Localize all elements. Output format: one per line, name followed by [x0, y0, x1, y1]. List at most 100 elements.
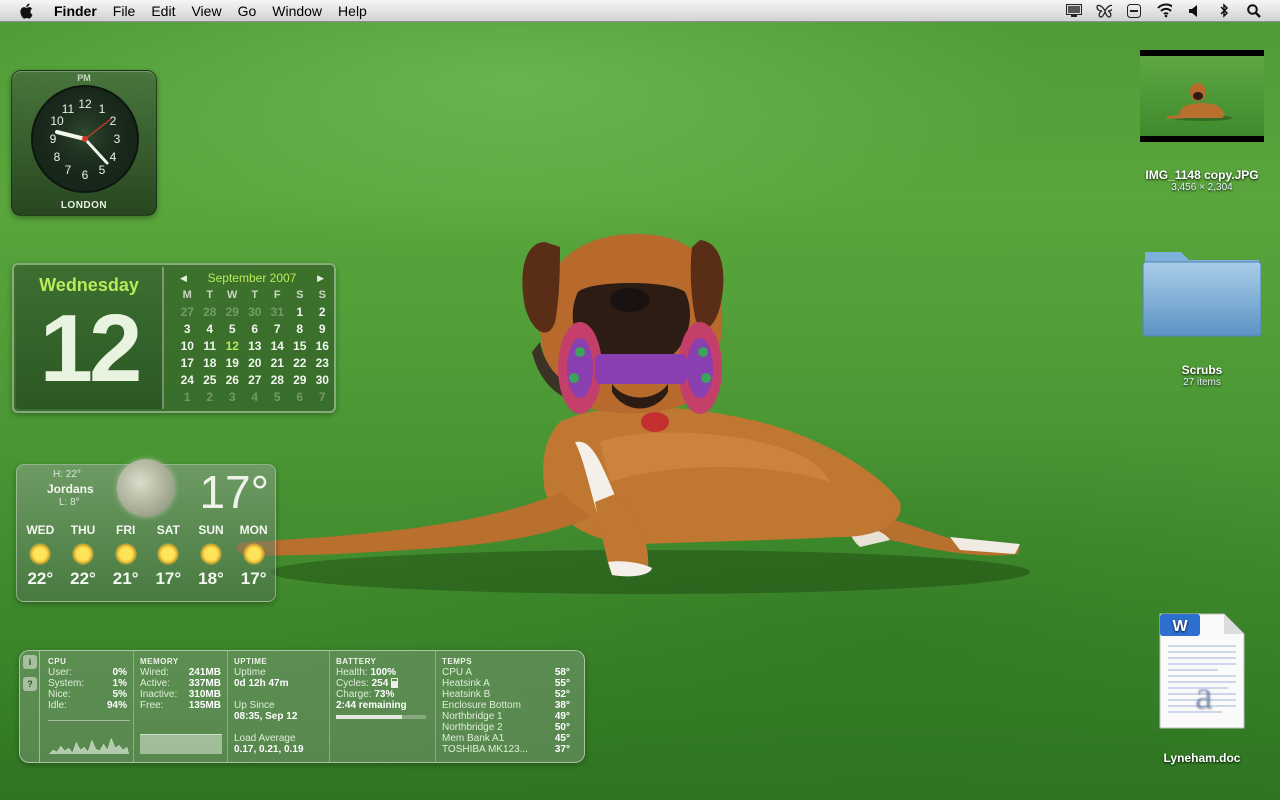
istat-widget[interactable]: i ? CPU User: 0% System: 1% Nice: 5% Idle: 94% …: [19, 650, 585, 763]
calendar-day-cell[interactable]: 28: [266, 372, 289, 389]
calendar-day-cell[interactable]: 23: [311, 355, 334, 372]
calendar-day-cell[interactable]: 14: [266, 338, 289, 355]
calendar-day-cell[interactable]: 7: [311, 389, 334, 406]
istat-temps-title: TEMPS: [442, 657, 473, 666]
calendar-day-cell[interactable]: 17: [176, 355, 199, 372]
menu-bar: Finder File Edit View Go Window Help: [0, 0, 1280, 22]
bluetooth-icon[interactable]: [1216, 3, 1232, 19]
calendar-day-cell[interactable]: 6: [289, 389, 312, 406]
menu-help[interactable]: Help: [330, 0, 375, 22]
istat-info-icon[interactable]: i: [23, 655, 37, 669]
temp-label: Northbridge 1: [442, 711, 503, 722]
calendar-day-cell[interactable]: 29: [221, 304, 244, 321]
temp-value: 55°: [554, 678, 570, 689]
calendar-day-cell[interactable]: 27: [176, 304, 199, 321]
calendar-widget[interactable]: Wednesday 12 ◀ September 2007 ▶ MTWTFSS2…: [12, 263, 336, 413]
temp-label: TOSHIBA MK123...: [442, 744, 528, 755]
calendar-day-cell[interactable]: 5: [266, 389, 289, 406]
cpu-value: 1%: [112, 678, 127, 689]
display-icon[interactable]: [1066, 3, 1082, 19]
menu-go[interactable]: Go: [230, 0, 265, 22]
calendar-next-month-icon[interactable]: ▶: [317, 273, 324, 284]
calendar-day-cell[interactable]: 1: [289, 304, 312, 321]
istat-battery-panel: BATTERY Health: 100% Cycles: 254 Charge:…: [330, 651, 436, 762]
calendar-day-cell[interactable]: 4: [199, 321, 222, 338]
calendar-day-cell[interactable]: 15: [289, 338, 312, 355]
memory-usage-bar: [140, 734, 222, 754]
menu-app-finder[interactable]: Finder: [48, 0, 105, 22]
memory-value: 337MB: [188, 678, 221, 689]
desktop-folder-scrubs[interactable]: Scrubs 27 items: [1138, 244, 1266, 388]
calendar-day-cell[interactable]: 3: [221, 389, 244, 406]
clock-face: 12 1 2 3 4 5 6 7 8 9 10 11: [31, 85, 139, 193]
calendar-day-cell[interactable]: 30: [311, 372, 334, 389]
calendar-day-cell[interactable]: 3: [176, 321, 199, 338]
istat-help-icon[interactable]: ?: [23, 677, 37, 691]
calendar-day-cell[interactable]: 1: [176, 389, 199, 406]
menu-file[interactable]: File: [105, 0, 144, 22]
apple-menu-icon[interactable]: [16, 0, 38, 22]
calendar-day-cell[interactable]: 11: [199, 338, 222, 355]
calendar-month-title: September 2007: [207, 271, 297, 285]
eject-icon[interactable]: [1126, 3, 1142, 19]
forecast-day-label: SUN: [198, 523, 224, 537]
weather-widget[interactable]: H: 22° Jordans L: 8° 17° WED 22° THU 22° FRI…: [16, 459, 276, 602]
uptime-value: 0d 12h 47m: [234, 678, 289, 689]
battery-remaining: 2:44 remaining: [336, 700, 407, 711]
temp-label: Northbridge 2: [442, 722, 503, 733]
temp-label: Enclosure Bottom: [442, 700, 521, 711]
calendar-day-cell[interactable]: 5: [221, 321, 244, 338]
clock-widget[interactable]: PM 12 1 2 3 4 5 6 7 8 9 10 11 LONDON: [11, 70, 157, 216]
load-average-value: 0.17, 0.21, 0.19: [234, 744, 304, 755]
calendar-day-cell[interactable]: 19: [221, 355, 244, 372]
calendar-day-cell[interactable]: 31: [266, 304, 289, 321]
calendar-weekday-header: S: [296, 289, 304, 301]
calendar-day-cell[interactable]: 4: [244, 389, 267, 406]
istat-memory-panel: MEMORY Wired: 241MB Active: 337MB Inactive: 3…: [134, 651, 228, 762]
calendar-day-cell[interactable]: 25: [199, 372, 222, 389]
sun-icon: [242, 543, 265, 565]
calendar-day-cell[interactable]: 2: [199, 389, 222, 406]
calendar-day-cell[interactable]: 24: [176, 372, 199, 389]
calendar-day-cell[interactable]: 8: [289, 321, 312, 338]
calendar-day-cell[interactable]: 26: [221, 372, 244, 389]
calendar-day-cell[interactable]: 9: [311, 321, 334, 338]
calendar-day-cell[interactable]: 10: [176, 338, 199, 355]
calendar-day-cell[interactable]: 13: [244, 338, 267, 355]
clock-numeral-1: 1: [99, 102, 106, 116]
forecast-day: SAT 17°: [147, 523, 190, 589]
wifi-icon[interactable]: [1156, 3, 1172, 19]
calendar-day-cell[interactable]: 16: [311, 338, 334, 355]
calendar-day-cell[interactable]: 7: [266, 321, 289, 338]
calendar-day-cell[interactable]: 28: [199, 304, 222, 321]
volume-icon[interactable]: [1186, 3, 1202, 19]
cpu-row: User: 0%: [48, 667, 127, 678]
sun-icon: [157, 543, 180, 565]
calendar-day-cell[interactable]: 29: [289, 372, 312, 389]
calendar-day-panel: Wednesday 12: [16, 267, 164, 409]
menu-view[interactable]: View: [183, 0, 229, 22]
calendar-prev-month-icon[interactable]: ◀: [180, 273, 187, 284]
temp-row: Enclosure Bottom 38°: [442, 700, 570, 711]
clock-numeral-6: 6: [82, 168, 89, 182]
up-since-value: 08:35, Sep 12: [234, 711, 298, 722]
desktop-doc-file[interactable]: W a Lyneham.doc: [1138, 612, 1266, 765]
calendar-day-cell[interactable]: 27: [244, 372, 267, 389]
spotlight-icon[interactable]: [1246, 3, 1262, 19]
calendar-day-cell[interactable]: 20: [244, 355, 267, 372]
calendar-day-cell[interactable]: 18: [199, 355, 222, 372]
calendar-day-cell[interactable]: 30: [244, 304, 267, 321]
butterfly-icon[interactable]: [1096, 3, 1112, 19]
memory-row: Active: 337MB: [140, 678, 221, 689]
weather-forecast: WED 22° THU 22° FRI 21° SAT 17° SUN 18° MON 17°: [19, 523, 275, 589]
calendar-today-cell[interactable]: 12: [221, 338, 244, 355]
calendar-day-cell[interactable]: 21: [266, 355, 289, 372]
calendar-day-cell[interactable]: 2: [311, 304, 334, 321]
desktop-image-file[interactable]: IMG_1148 copy.JPG 3,456 × 2,304: [1138, 50, 1266, 193]
battery-icon: [391, 678, 399, 689]
calendar-day-cell[interactable]: 6: [244, 321, 267, 338]
menu-edit[interactable]: Edit: [143, 0, 183, 22]
temp-value: 49°: [554, 711, 570, 722]
calendar-day-cell[interactable]: 22: [289, 355, 312, 372]
menu-window[interactable]: Window: [264, 0, 330, 22]
